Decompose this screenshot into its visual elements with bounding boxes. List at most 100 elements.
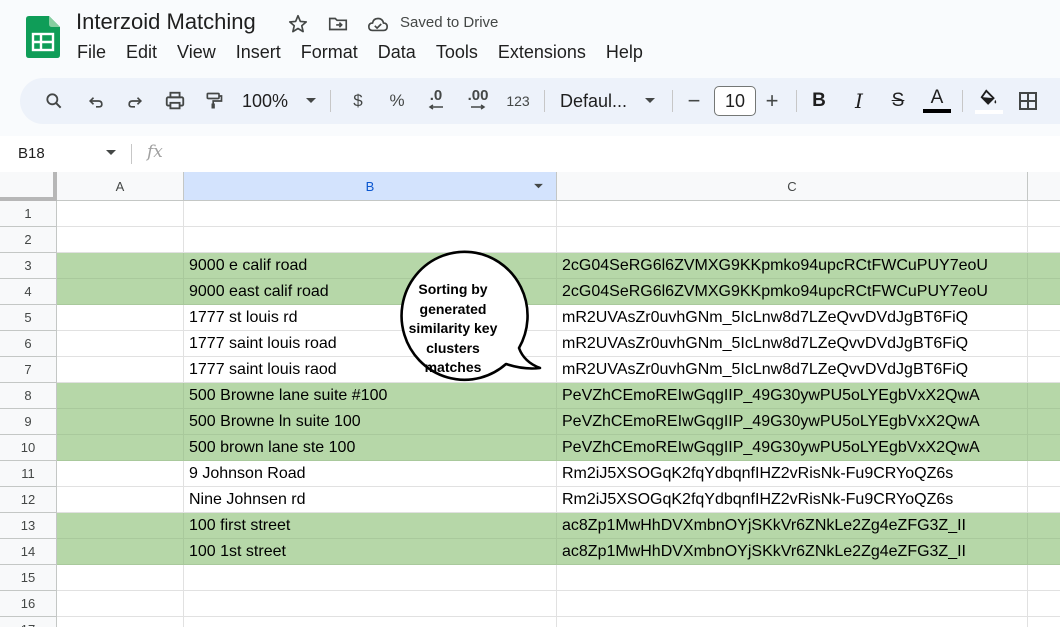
cell-d[interactable] <box>1028 383 1060 409</box>
zoom-select[interactable]: 100% <box>242 78 294 124</box>
increase-font-size-button[interactable]: + <box>762 78 782 124</box>
cell-b[interactable] <box>184 565 557 591</box>
row-header[interactable]: 13 <box>0 513 57 539</box>
row-header[interactable]: 11 <box>0 461 57 487</box>
formula-input[interactable] <box>180 144 1040 164</box>
menu-extensions[interactable]: Extensions <box>498 42 586 63</box>
cell-a[interactable] <box>57 617 184 627</box>
star-icon[interactable] <box>286 12 310 36</box>
cell-a[interactable] <box>57 383 184 409</box>
cell-a[interactable] <box>57 331 184 357</box>
row-header[interactable]: 7 <box>0 357 57 383</box>
move-folder-icon[interactable] <box>326 12 350 36</box>
cell-a[interactable] <box>57 435 184 461</box>
cell-d[interactable] <box>1028 357 1060 383</box>
cell-b[interactable]: 100 1st street <box>184 539 557 565</box>
column-menu-chevron-icon[interactable] <box>533 183 544 190</box>
cell-c[interactable]: PeVZhCEmoREIwGqgIIP_49G30ywPU5oLYEgbVxX2… <box>557 435 1028 461</box>
cell-d[interactable] <box>1028 279 1060 305</box>
cell-c[interactable]: mR2UVAsZr0uvhGNm_5IcLnw8d7LZeQvvDVdJgBT6… <box>557 305 1028 331</box>
row-header[interactable]: 15 <box>0 565 57 591</box>
redo-icon[interactable] <box>121 78 149 124</box>
cell-a[interactable] <box>57 357 184 383</box>
more-formats-button[interactable]: 123 <box>504 78 532 124</box>
borders-icon[interactable] <box>1016 78 1040 124</box>
cell-d[interactable] <box>1028 591 1060 617</box>
cell-a[interactable] <box>57 591 184 617</box>
row-header[interactable]: 8 <box>0 383 57 409</box>
cell-c[interactable] <box>557 227 1028 253</box>
decrease-decimal-button[interactable]: .0 <box>422 78 450 124</box>
cell-a[interactable] <box>57 279 184 305</box>
name-box[interactable]: B18 <box>18 145 45 162</box>
cell-b[interactable]: 100 first street <box>184 513 557 539</box>
cell-a[interactable] <box>57 539 184 565</box>
undo-icon[interactable] <box>82 78 110 124</box>
chevron-down-icon[interactable] <box>105 149 117 157</box>
menu-help[interactable]: Help <box>606 42 643 63</box>
column-header-d[interactable] <box>1028 172 1060 201</box>
document-title[interactable]: Interzoid Matching <box>76 9 256 35</box>
column-header-c[interactable]: C <box>557 172 1028 201</box>
cell-a[interactable] <box>57 253 184 279</box>
cell-d[interactable] <box>1028 565 1060 591</box>
cell-a[interactable] <box>57 513 184 539</box>
italic-button[interactable]: I <box>848 78 870 124</box>
cell-c[interactable]: Rm2iJ5XSOGqK2fqYdbqnfIHZ2vRisNk-Fu9CRYoQ… <box>557 461 1028 487</box>
percent-format-button[interactable]: % <box>386 78 408 124</box>
menu-insert[interactable]: Insert <box>236 42 281 63</box>
cell-c[interactable]: ac8Zp1MwHhDVXmbnOYjSKkVr6ZNkLe2Zg4eZFG3Z… <box>557 513 1028 539</box>
row-header[interactable]: 10 <box>0 435 57 461</box>
cell-d[interactable] <box>1028 435 1060 461</box>
menu-file[interactable]: File <box>77 42 106 63</box>
fill-color-button[interactable] <box>974 78 1004 124</box>
cell-a[interactable] <box>57 227 184 253</box>
search-menus-icon[interactable] <box>40 78 68 124</box>
cell-d[interactable] <box>1028 305 1060 331</box>
cell-a[interactable] <box>57 487 184 513</box>
cell-a[interactable] <box>57 305 184 331</box>
cell-c[interactable]: Rm2iJ5XSOGqK2fqYdbqnfIHZ2vRisNk-Fu9CRYoQ… <box>557 487 1028 513</box>
cell-c[interactable]: mR2UVAsZr0uvhGNm_5IcLnw8d7LZeQvvDVdJgBT6… <box>557 357 1028 383</box>
cell-d[interactable] <box>1028 487 1060 513</box>
column-header-b[interactable]: B <box>184 172 557 201</box>
cell-b[interactable]: 500 Browne ln suite 100 <box>184 409 557 435</box>
row-header[interactable]: 17 <box>0 617 57 627</box>
cell-c[interactable]: ac8Zp1MwHhDVXmbnOYjSKkVr6ZNkLe2Zg4eZFG3Z… <box>557 539 1028 565</box>
cell-b[interactable] <box>184 201 557 227</box>
bold-button[interactable]: B <box>808 78 830 124</box>
row-header[interactable]: 5 <box>0 305 57 331</box>
cell-b[interactable]: 9 Johnson Road <box>184 461 557 487</box>
cell-d[interactable] <box>1028 617 1060 627</box>
cell-c[interactable]: mR2UVAsZr0uvhGNm_5IcLnw8d7LZeQvvDVdJgBT6… <box>557 331 1028 357</box>
chevron-down-icon[interactable] <box>304 78 318 124</box>
currency-format-button[interactable]: $ <box>348 78 368 124</box>
cell-d[interactable] <box>1028 331 1060 357</box>
chevron-down-icon[interactable] <box>643 78 657 124</box>
menu-format[interactable]: Format <box>301 42 358 63</box>
decrease-font-size-button[interactable]: − <box>684 78 704 124</box>
cell-b[interactable] <box>184 617 557 627</box>
menu-view[interactable]: View <box>177 42 216 63</box>
row-header[interactable]: 14 <box>0 539 57 565</box>
cell-c[interactable]: PeVZhCEmoREIwGqgIIP_49G30ywPU5oLYEgbVxX2… <box>557 383 1028 409</box>
cell-c[interactable] <box>557 591 1028 617</box>
cell-c[interactable]: 2cG04SeRG6l6ZVMXG9KKpmko94upcRCtFWCuPUY7… <box>557 253 1028 279</box>
cell-c[interactable] <box>557 201 1028 227</box>
cell-d[interactable] <box>1028 201 1060 227</box>
cell-c[interactable]: PeVZhCEmoREIwGqgIIP_49G30ywPU5oLYEgbVxX2… <box>557 409 1028 435</box>
cell-c[interactable]: 2cG04SeRG6l6ZVMXG9KKpmko94upcRCtFWCuPUY7… <box>557 279 1028 305</box>
row-header[interactable]: 12 <box>0 487 57 513</box>
print-icon[interactable] <box>161 78 189 124</box>
cell-d[interactable] <box>1028 253 1060 279</box>
column-header-a[interactable]: A <box>57 172 184 201</box>
cloud-saved-icon[interactable] <box>366 12 390 36</box>
cell-a[interactable] <box>57 461 184 487</box>
cell-c[interactable] <box>557 617 1028 627</box>
row-header[interactable]: 2 <box>0 227 57 253</box>
cell-d[interactable] <box>1028 409 1060 435</box>
strikethrough-button[interactable]: S <box>886 78 910 124</box>
cell-b[interactable]: 500 brown lane ste 100 <box>184 435 557 461</box>
cell-d[interactable] <box>1028 461 1060 487</box>
row-header[interactable]: 16 <box>0 591 57 617</box>
